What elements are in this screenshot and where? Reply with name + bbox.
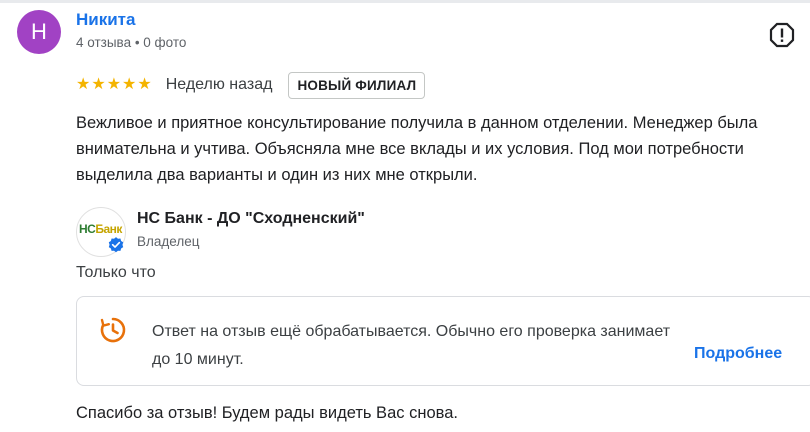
review-time: Неделю назад	[165, 76, 273, 93]
owner-role: Владелец	[137, 234, 200, 249]
reply-time: Только что	[76, 264, 156, 281]
report-flag-icon[interactable]	[767, 20, 797, 50]
processing-notice: Ответ на отзыв ещё обрабатывается. Обычн…	[76, 296, 810, 386]
author-name[interactable]: Никита	[76, 10, 135, 30]
more-info-link[interactable]: Подробнее	[694, 345, 782, 363]
star-icon: ★	[106, 76, 122, 93]
owner-logo: НСБанк	[76, 207, 126, 257]
notice-text: Ответ на отзыв ещё обрабатывается. Обычн…	[152, 323, 671, 368]
star-icon: ★	[122, 76, 137, 93]
star-icon: ★	[76, 76, 91, 93]
review-text: Вежливое и приятное консультирование пол…	[76, 114, 758, 184]
rating-row: ★ ★ ★ ★ ★ Неделю назад НОВЫЙ ФИЛИАЛ	[76, 70, 426, 100]
verified-check-icon	[108, 237, 124, 253]
owner-logo-text: НСБанк	[79, 222, 122, 236]
star-icon: ★	[91, 76, 106, 93]
clock-pending-icon	[100, 317, 126, 343]
star-icon: ★	[137, 76, 152, 93]
author-avatar[interactable]: Н	[17, 10, 61, 54]
top-divider	[0, 0, 810, 3]
new-branch-badge: НОВЫЙ ФИЛИАЛ	[288, 71, 426, 99]
owner-name: НС Банк - ДО "Сходненский"	[137, 210, 365, 227]
author-initial: Н	[31, 19, 47, 44]
owner-reply-text: Спасибо за отзыв! Будем рады видеть Вас …	[76, 404, 458, 422]
star-rating: ★ ★ ★ ★ ★	[76, 77, 152, 93]
author-meta: 4 отзыва • 0 фото	[76, 35, 187, 50]
